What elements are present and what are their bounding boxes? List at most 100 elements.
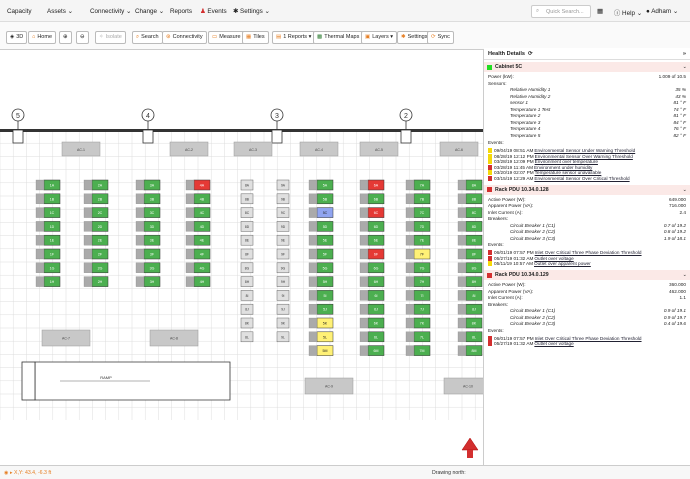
rack-pdu-strip (457, 221, 467, 232)
connectivity-button[interactable]: ⊛ Connectivity (162, 31, 207, 44)
floor-plan-canvas[interactable]: 5 4 3 2 AC-1 AC-2 AC-3 AC-4 AC-5 AC-6 1A 1B 1C 1D 1E 1F… (0, 50, 484, 465)
rack-label: 6K (374, 322, 379, 326)
event-link[interactable]: Environmental Sensor Under Warning Thres… (534, 148, 635, 153)
layers-icon: ▣ (365, 34, 371, 40)
search-button[interactable]: ⌕ Search (132, 31, 163, 44)
rack-pdu-strip (135, 179, 145, 191)
breaker-value: 0.4 of 19.6 (663, 321, 686, 327)
quick-search-input[interactable]: Quick Search... ⌕ (531, 5, 591, 18)
ac-unit-label: AC-2 (185, 148, 193, 152)
event-item[interactable]: 03/28/19 12:09 PM Environment over temper… (488, 159, 686, 165)
rack-pdu-strip (457, 331, 467, 342)
sync-button[interactable]: ⟳ Sync (427, 31, 454, 44)
rack-label: 5G (323, 266, 328, 270)
ruler-icon: ▭ (212, 34, 218, 40)
rack-label: 6E (374, 239, 379, 243)
event-link[interactable]: Outlet over apparent power (534, 261, 591, 266)
event-link[interactable]: Environment under humidity (534, 165, 592, 170)
event-link[interactable]: Environment over temperature (535, 159, 598, 164)
refresh-icon[interactable]: ⟳ (528, 51, 533, 57)
pdu-section-header[interactable]: Rack PDU 10.34.0.129 ⌄ (484, 270, 690, 281)
rack-pdu-strip (185, 276, 195, 287)
north-arrow-icon (461, 437, 479, 451)
3d-button[interactable]: ◈ 3D (6, 31, 28, 44)
event-link[interactable]: Inlet Over Critical Three Phase Deviatio… (535, 250, 642, 255)
cabinet-section-header[interactable]: Cabinet 5C ⌄ (484, 62, 690, 72)
help-menu[interactable]: ⓘ Help ⌄ (614, 8, 642, 17)
cabinet-status-swatch (487, 64, 492, 70)
rack-label: 6M (374, 349, 379, 353)
nav-change[interactable]: Change ⌄ (135, 8, 164, 15)
event-item[interactable]: 05/27/19 01:32 AM Outlet over voltage (488, 341, 686, 347)
rack-pdu-strip (405, 290, 415, 301)
event-item[interactable]: 08/28/19 12:12 PM Environmental Sensor Ov… (488, 153, 686, 159)
event-time: 05/27/19 01:32 AM (494, 255, 534, 261)
rack-pdu-strip (457, 345, 467, 356)
ac-unit-label: AC-6 (455, 148, 463, 152)
rack-label: 3B (150, 197, 155, 201)
calendar-icon[interactable]: ▦ (597, 8, 603, 15)
rack-label: 5A (323, 184, 328, 188)
rack-label: 5H (323, 280, 328, 284)
rack-label: 7E (420, 239, 425, 243)
zoom-out-button[interactable]: ⊖ (76, 31, 89, 44)
reports-button[interactable]: ▤ 1 Reports ▾ (272, 31, 316, 44)
nav-events[interactable]: ♟ Events (200, 8, 227, 15)
event-item[interactable]: 05/27/19 01:32 AM Outlet over voltage (488, 255, 686, 261)
tiles-button[interactable]: ▦ Tiles (242, 31, 269, 44)
event-item[interactable]: 03/20/19 02:07 PM Temperature sensor unav… (488, 170, 686, 176)
rack-pdu-strip (308, 317, 318, 329)
ac-unit-label: AC-3 (249, 148, 257, 152)
pdu-section-header[interactable]: Rack PDU 10.34.0.128 ⌄ (484, 184, 690, 195)
rack-label: 8L (245, 335, 249, 339)
nav-assets[interactable]: Assets ⌄ (47, 8, 73, 15)
event-item[interactable]: 09/04/19 08:51 AM Environmental Sensor Un… (488, 148, 686, 154)
isolate-button[interactable]: ✧ Isolate (95, 31, 126, 44)
event-link[interactable]: Outlet over voltage (534, 256, 573, 261)
layers-button[interactable]: ▣ Layers ▾ (361, 31, 398, 44)
nav-settings[interactable]: ✱ Settings ⌄ (233, 8, 270, 15)
rack-pdu-strip (405, 193, 415, 204)
rack-pdu-strip (308, 207, 318, 218)
thermal-maps-button[interactable]: ▩ Thermal Maps (313, 31, 364, 44)
pdu-event-list: 06/01/19 07:57 PM Inlet Over Critical Thr… (484, 334, 690, 348)
home-button[interactable]: ⌂ Home (28, 31, 56, 44)
rack-pdu-strip (405, 207, 415, 218)
column-pillar (271, 129, 283, 144)
rack-pdu-strip (308, 193, 318, 204)
rack-pdu-strip (135, 262, 145, 273)
event-severity-swatch (488, 261, 492, 267)
event-link[interactable]: Outlet over voltage (534, 341, 573, 346)
ac-unit-label: AC-7 (62, 337, 70, 341)
floor-plan-drawing[interactable]: 5 4 3 2AC-1 AC-2 AC-3 AC-4 AC-5 AC-61A1B1C1D1E1F… (0, 50, 484, 465)
user-menu[interactable]: ● Adham ⌄ (646, 8, 678, 15)
event-item[interactable]: 03/15/19 12:29 AM Environmental Sensor Ov… (488, 176, 686, 182)
nav-capacity[interactable]: Capacity (7, 8, 32, 15)
rack-label: 1H (50, 280, 55, 284)
event-item[interactable]: 06/01/19 07:57 PM Inlet Over Critical Thr… (488, 250, 686, 256)
rack-label: 9D (281, 225, 286, 229)
pdu-name: Rack PDU 10.34.0.128 (495, 186, 549, 193)
rack-label: 1B (50, 197, 55, 201)
rack-pdu-strip (185, 179, 195, 191)
rack-label: 5J (323, 308, 327, 312)
rack-pdu-strip (359, 235, 369, 246)
event-link[interactable]: Inlet Over Critical Three Phase Deviatio… (535, 336, 642, 341)
rack-label: 5I (324, 294, 327, 298)
event-link[interactable]: Environmental Sensor Over Warning Thresh… (535, 154, 633, 159)
rack-label: 8C (245, 211, 250, 215)
event-item[interactable]: 05/11/19 10:57 AM Outlet over apparent po… (488, 261, 686, 267)
event-link[interactable]: Environmental Sensor Over Critical Thres… (534, 176, 629, 181)
rack-label: 9F (281, 253, 285, 257)
ac-unit-label: AC-9 (325, 385, 333, 389)
collapse-panel-icon[interactable]: » (683, 51, 686, 57)
nav-reports[interactable]: Reports (170, 8, 192, 15)
rack-label: 5C (323, 211, 328, 215)
sensor-value: 82 ° F (673, 132, 686, 138)
nav-connectivity[interactable]: Connectivity ⌄ (90, 8, 131, 15)
event-item[interactable]: 06/01/19 07:57 PM Inlet Over Critical Thr… (488, 335, 686, 341)
event-link[interactable]: Temperature sensor unavailable (535, 170, 602, 175)
event-item[interactable]: 03/28/19 11:45 AM Environment under humid… (488, 164, 686, 170)
zoom-in-button[interactable]: ⊕ (59, 31, 72, 44)
measure-button[interactable]: ▭ Measure (208, 31, 245, 44)
